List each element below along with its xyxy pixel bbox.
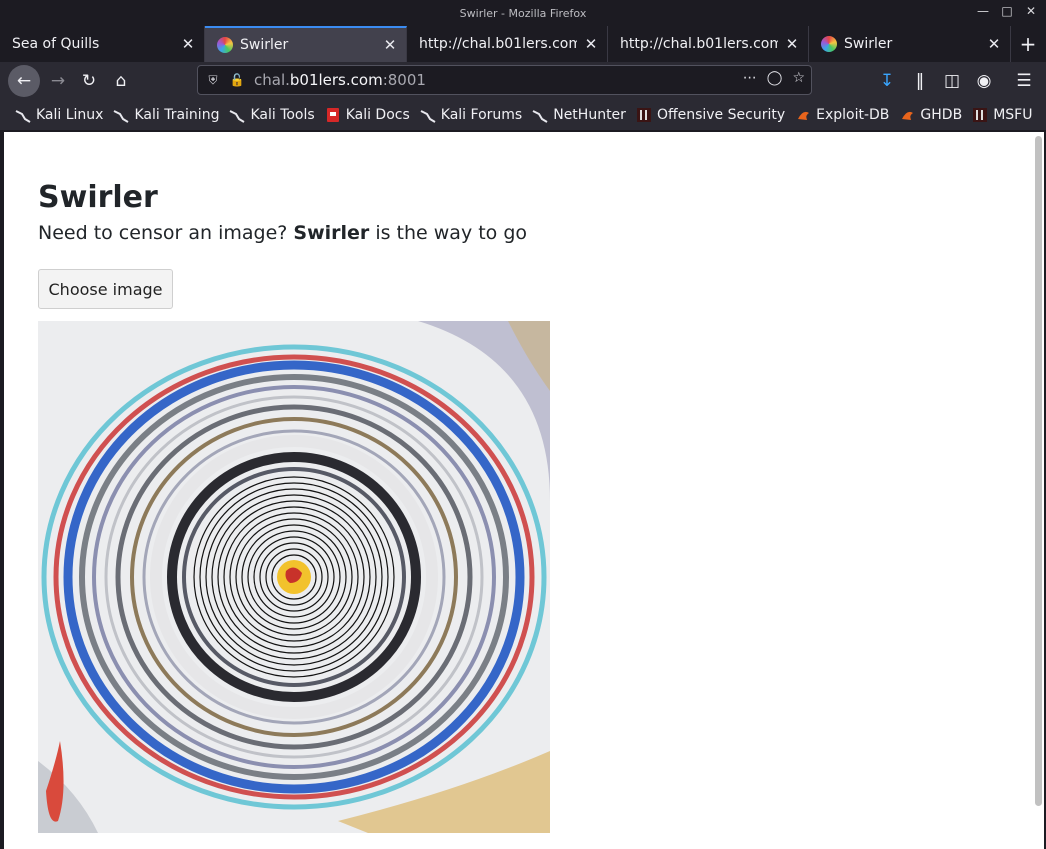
new-tab-button[interactable]: +: [1011, 26, 1045, 62]
tab-label: Sea of Quills: [12, 36, 100, 52]
kali-docs-icon: [326, 108, 339, 122]
kali-dragon-icon: [15, 110, 31, 123]
bookmark-label: MSFU: [993, 107, 1033, 123]
address-bar[interactable]: ⛨ 🔓 chal.b01lers.com:8001 ⋯ ◯ ☆: [197, 65, 812, 95]
swirler-favicon-icon: [217, 37, 233, 53]
window-controls: — □ ✕: [976, 4, 1038, 18]
page-title: Swirler: [38, 180, 158, 215]
kali-dragon-icon: [230, 110, 245, 123]
bookmark-star-icon[interactable]: ☆: [792, 70, 805, 86]
library-icon: ‖: [915, 71, 925, 91]
navigation-toolbar: ← → ↻ ⌂ ⛨ 🔓 chal.b01lers.com:8001 ⋯ ◯ ☆ …: [0, 62, 1046, 100]
pocket-icon[interactable]: ◯: [767, 70, 783, 86]
close-tab-icon[interactable]: ✕: [180, 35, 196, 53]
download-icon: ↧: [879, 71, 895, 91]
bookmark-offensive-security[interactable]: Offensive Security: [636, 107, 785, 123]
bookmark-label: Kali Linux: [36, 107, 104, 123]
bookmark-label: NetHunter: [553, 107, 626, 123]
close-tab-icon[interactable]: ✕: [382, 36, 398, 54]
bookmarks-toolbar: Kali Linux Kali Training Kali Tools Kali…: [0, 100, 1046, 130]
account-icon: ◉: [976, 71, 992, 91]
sidebar-button[interactable]: ◫: [938, 67, 966, 95]
tab-strip: Sea of Quills ✕ Swirler ✕ http://chal.b0…: [0, 26, 1046, 62]
tab-label: http://chal.b01lers.com:8: [419, 36, 577, 52]
back-button[interactable]: ←: [8, 65, 40, 97]
offsec-icon: [636, 108, 651, 122]
bookmark-nethunter[interactable]: NetHunter: [532, 107, 626, 123]
close-tab-icon[interactable]: ✕: [986, 35, 1002, 53]
url-port: :8001: [382, 71, 426, 89]
downloads-button[interactable]: ↧: [873, 67, 901, 95]
hamburger-menu-icon: ☰: [1016, 71, 1032, 91]
forward-button[interactable]: →: [44, 67, 72, 95]
swirled-image: [38, 321, 550, 833]
subtitle-brand: Swirler: [293, 222, 370, 244]
tab-label: http://chal.b01lers.com:8: [620, 36, 778, 52]
tab-swirler[interactable]: Swirler ✕: [809, 26, 1011, 62]
more-actions-icon[interactable]: ⋯: [743, 70, 757, 86]
bookmark-label: GHDB: [920, 107, 963, 123]
subtitle-text: is the way to go: [369, 222, 528, 244]
url-prefix: chal.: [254, 71, 290, 89]
library-button[interactable]: ‖: [906, 67, 934, 95]
home-icon: ⌂: [115, 71, 127, 91]
tab-label: Swirler: [240, 37, 289, 53]
bookmark-kali-tools[interactable]: Kali Tools: [229, 107, 315, 123]
close-tab-icon[interactable]: ✕: [583, 35, 599, 53]
tracking-shield-icon[interactable]: ⛨: [204, 71, 222, 89]
page-viewport: Swirler Need to censor an image? Swirler…: [4, 132, 1044, 849]
sidebar-icon: ◫: [943, 71, 961, 91]
back-arrow-icon: ←: [16, 71, 32, 91]
bookmark-label: Kali Forums: [440, 107, 523, 123]
tab-swirler-active[interactable]: Swirler ✕: [205, 26, 407, 62]
url-host: b01lers.com: [289, 71, 383, 89]
window-titlebar: Swirler - Mozilla Firefox — □ ✕: [0, 0, 1046, 26]
tab-chal-url-2[interactable]: http://chal.b01lers.com:8 ✕: [608, 26, 809, 62]
close-window-icon[interactable]: ✕: [1024, 4, 1038, 18]
close-tab-icon[interactable]: ✕: [784, 35, 800, 53]
bookmark-msfu[interactable]: MSFU: [972, 107, 1032, 123]
url-text[interactable]: chal.b01lers.com:8001: [254, 71, 426, 89]
bookmark-label: Offensive Security: [656, 107, 786, 123]
offsec-icon: [973, 108, 988, 122]
insecure-lock-icon[interactable]: 🔓: [228, 71, 246, 89]
minimize-icon[interactable]: —: [976, 4, 990, 18]
bookmark-label: Kali Tools: [250, 107, 315, 123]
kali-dragon-icon: [420, 110, 436, 123]
kali-dragon-icon: [532, 110, 548, 123]
account-button[interactable]: ◉: [970, 67, 998, 95]
bookmark-kali-forums[interactable]: Kali Forums: [420, 107, 522, 123]
window-title: Swirler - Mozilla Firefox: [459, 6, 587, 20]
bookmark-label: Exploit-DB: [816, 107, 890, 123]
bookmark-label: Kali Docs: [345, 107, 410, 123]
swirler-favicon-icon: [821, 36, 837, 52]
subtitle-text: Need to censor an image?: [38, 222, 294, 244]
swirl-artwork: [38, 321, 550, 833]
tab-chal-url-1[interactable]: http://chal.b01lers.com:8 ✕: [407, 26, 608, 62]
page-subtitle: Need to censor an image? Swirler is the …: [38, 222, 527, 244]
choose-image-button[interactable]: Choose image: [38, 269, 173, 309]
bookmark-label: Kali Training: [134, 107, 220, 123]
kali-dragon-icon: [114, 110, 129, 123]
bookmark-exploit-db[interactable]: Exploit-DB: [795, 107, 889, 123]
plus-icon: +: [1019, 32, 1037, 56]
menu-button[interactable]: ☰: [1010, 67, 1038, 95]
reload-button[interactable]: ↻: [75, 67, 103, 95]
ghdb-icon: [902, 111, 914, 120]
page-scrollbar[interactable]: [1035, 136, 1042, 806]
tab-label: Swirler: [844, 36, 893, 52]
forward-arrow-icon: →: [50, 71, 66, 91]
home-button[interactable]: ⌂: [107, 67, 135, 95]
exploit-db-icon: [798, 111, 810, 120]
maximize-icon[interactable]: □: [1000, 4, 1014, 18]
reload-icon: ↻: [81, 71, 97, 91]
bookmark-ghdb[interactable]: GHDB: [899, 107, 962, 123]
tab-sea-of-quills[interactable]: Sea of Quills ✕: [0, 26, 205, 62]
url-actions: ⋯ ◯ ☆: [743, 70, 805, 86]
bookmark-kali-linux[interactable]: Kali Linux: [15, 107, 103, 123]
bookmark-kali-docs[interactable]: Kali Docs: [325, 107, 410, 123]
bookmark-kali-training[interactable]: Kali Training: [113, 107, 219, 123]
